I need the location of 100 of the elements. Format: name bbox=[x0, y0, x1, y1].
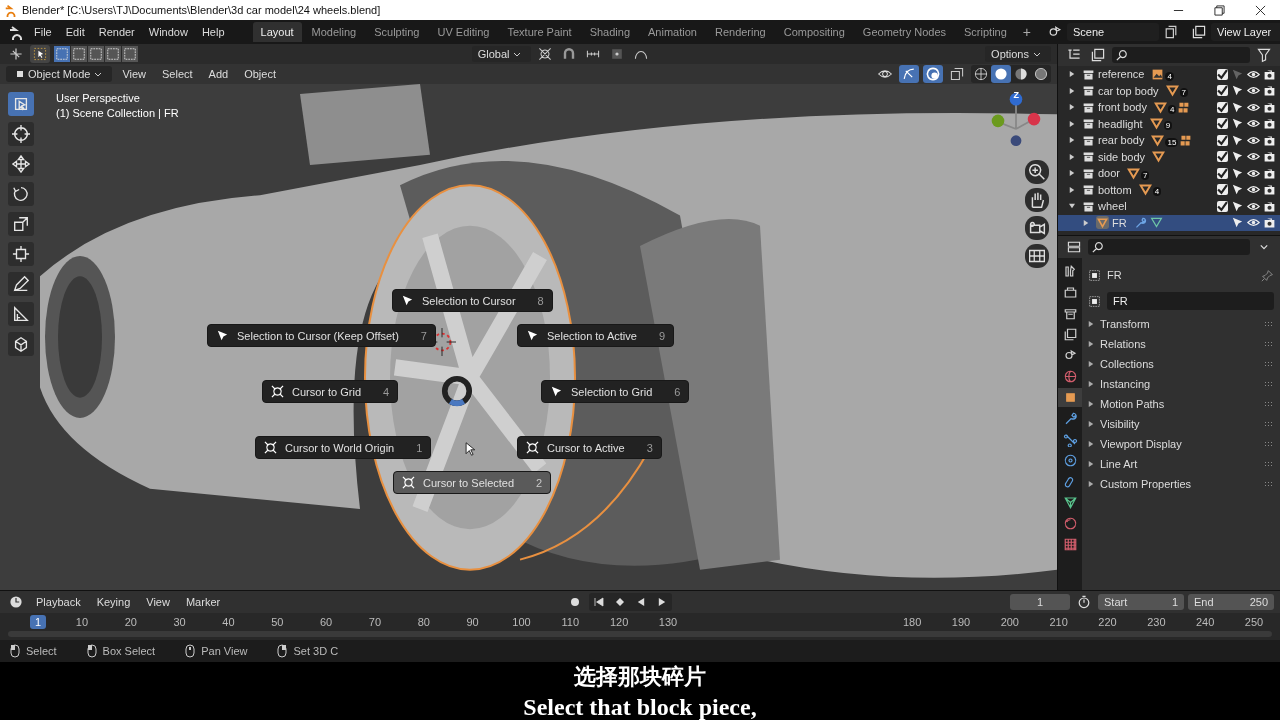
outliner-row[interactable]: reference 4 bbox=[1058, 66, 1280, 83]
outliner-row[interactable]: car top body 7 bbox=[1058, 82, 1280, 99]
rotate-icon[interactable] bbox=[8, 182, 34, 206]
workspace-tab[interactable]: Sculpting bbox=[366, 22, 428, 42]
pie-menu-item[interactable]: Selection to Cursor (Keep Offset) 7 bbox=[207, 324, 436, 347]
transform-icon[interactable] bbox=[8, 242, 34, 266]
camera-icon[interactable] bbox=[1263, 84, 1276, 98]
pointer-icon[interactable] bbox=[1231, 150, 1244, 164]
outliner-row[interactable]: side body bbox=[1058, 148, 1280, 165]
pointer-icon[interactable] bbox=[1231, 100, 1244, 114]
pie-menu-item[interactable]: Cursor to Active 3 bbox=[517, 436, 662, 459]
scale-icon[interactable] bbox=[8, 212, 34, 236]
solid-shading-icon[interactable] bbox=[991, 65, 1011, 83]
workspace-tab[interactable]: Compositing bbox=[775, 22, 853, 42]
selection-mode-icon[interactable] bbox=[88, 46, 104, 62]
selection-mode-icon[interactable] bbox=[105, 46, 121, 62]
timeline-menu-item[interactable]: Playback bbox=[30, 594, 87, 610]
end-frame-field[interactable]: End 250 bbox=[1188, 594, 1274, 610]
exclude-checkbox[interactable] bbox=[1217, 118, 1228, 130]
maximize-icon[interactable] bbox=[1214, 4, 1225, 16]
pie-menu-item[interactable]: Cursor to Grid 4 bbox=[262, 380, 399, 403]
pie-menu-item[interactable]: Selection to Cursor 8 bbox=[392, 289, 553, 312]
properties-panel-header[interactable]: Motion Paths bbox=[1088, 396, 1274, 412]
viewport-menu-item[interactable]: Select bbox=[156, 66, 199, 82]
pointer-icon[interactable] bbox=[1231, 84, 1244, 98]
workspace-tab[interactable]: Shading bbox=[581, 22, 639, 42]
pie-menu-item[interactable]: Cursor to Selected 2 bbox=[393, 471, 552, 494]
viewport-menu-item[interactable]: View bbox=[116, 66, 153, 82]
camera-icon[interactable] bbox=[1263, 166, 1276, 180]
camera-icon[interactable] bbox=[1263, 150, 1276, 164]
exclude-checkbox[interactable] bbox=[1217, 151, 1228, 163]
outliner-row[interactable]: wheel bbox=[1058, 198, 1280, 215]
timeline-menu-item[interactable]: Keying bbox=[90, 594, 137, 610]
exclude-checkbox[interactable] bbox=[1217, 184, 1228, 196]
cube-icon[interactable] bbox=[8, 332, 34, 356]
exclude-checkbox[interactable] bbox=[1217, 134, 1228, 146]
pie-menu-item[interactable]: Selection to Active 9 bbox=[517, 324, 674, 347]
pie-menu-item[interactable]: Selection to Grid 6 bbox=[541, 380, 690, 403]
add-workspace-button[interactable]: + bbox=[1016, 24, 1037, 40]
outliner-row[interactable]: bottom 4 bbox=[1058, 181, 1280, 198]
properties-panel-header[interactable]: Custom Properties bbox=[1088, 476, 1274, 492]
timeline-menu-item[interactable]: View bbox=[140, 594, 176, 610]
camera-icon[interactable] bbox=[1263, 133, 1276, 147]
pointer-icon[interactable] bbox=[1231, 199, 1244, 213]
workspace-tab[interactable]: Animation bbox=[640, 22, 705, 42]
outliner-row[interactable]: FR bbox=[1058, 214, 1280, 231]
overlays-icon[interactable] bbox=[923, 65, 943, 83]
outliner-search-field[interactable] bbox=[1112, 47, 1250, 63]
select-box-icon[interactable] bbox=[30, 45, 50, 63]
pointer-icon[interactable] bbox=[1231, 216, 1244, 230]
pointer-icon[interactable] bbox=[1231, 166, 1244, 180]
properties-search-field[interactable] bbox=[1088, 239, 1250, 255]
close-icon[interactable] bbox=[1255, 4, 1266, 16]
selection-mode-icon[interactable] bbox=[71, 46, 87, 62]
start-frame-field[interactable]: Start 1 bbox=[1098, 594, 1184, 610]
exclude-checkbox[interactable] bbox=[1217, 85, 1228, 97]
properties-panel-header[interactable]: Line Art bbox=[1088, 456, 1274, 472]
camera-icon[interactable] bbox=[1263, 67, 1276, 81]
camera-icon[interactable] bbox=[1263, 216, 1276, 230]
workspace-tab[interactable]: Texture Paint bbox=[499, 22, 580, 42]
select-box-icon[interactable] bbox=[8, 92, 34, 116]
properties-panel-header[interactable]: Relations bbox=[1088, 336, 1274, 352]
menu-item[interactable]: Window bbox=[142, 24, 194, 40]
exclude-checkbox[interactable] bbox=[1217, 101, 1228, 113]
outliner-row[interactable]: headlight 9 bbox=[1058, 115, 1280, 132]
view-layer-field[interactable]: View Layer bbox=[1211, 23, 1280, 41]
menu-item[interactable]: Edit bbox=[59, 24, 91, 40]
workspace-tab[interactable]: UV Editing bbox=[429, 22, 498, 42]
crosshair-icon[interactable] bbox=[8, 122, 34, 146]
workspace-tab[interactable]: Layout bbox=[252, 22, 302, 42]
options-dropdown[interactable]: Options bbox=[985, 46, 1051, 62]
timeline-menu-item[interactable]: Marker bbox=[179, 594, 227, 610]
workspace-tab[interactable]: Scripting bbox=[956, 22, 1015, 42]
move-arrows-icon[interactable] bbox=[8, 152, 34, 176]
object-name-field[interactable]: FR bbox=[1107, 292, 1274, 310]
properties-panel-header[interactable]: Visibility bbox=[1088, 416, 1274, 432]
properties-panel-header[interactable]: Collections bbox=[1088, 356, 1274, 372]
properties-panel-header[interactable]: Viewport Display bbox=[1088, 436, 1274, 452]
menu-item[interactable]: Render bbox=[92, 24, 141, 40]
transform-orientation-dropdown[interactable]: Global bbox=[471, 46, 532, 62]
properties-panel-header[interactable]: Transform bbox=[1088, 316, 1274, 332]
menu-item[interactable]: Help bbox=[195, 24, 231, 40]
properties-panel-header[interactable]: Instancing bbox=[1088, 376, 1274, 392]
camera-icon[interactable] bbox=[1263, 183, 1276, 197]
pointer-icon[interactable] bbox=[1231, 183, 1244, 197]
viewport-menu-item[interactable]: Add bbox=[202, 66, 235, 82]
workspace-tab[interactable]: Geometry Nodes bbox=[854, 22, 954, 42]
scene-field[interactable]: Scene bbox=[1067, 23, 1159, 41]
selection-mode-icon[interactable] bbox=[122, 46, 138, 62]
workspace-tab[interactable]: Modeling bbox=[303, 22, 365, 42]
pointer-icon[interactable] bbox=[1231, 117, 1244, 131]
current-frame-field[interactable]: 1 bbox=[1010, 594, 1070, 610]
exclude-checkbox[interactable] bbox=[1217, 167, 1228, 179]
viewport-menu-item[interactable]: Object bbox=[238, 66, 282, 82]
object-square-icon[interactable] bbox=[1058, 388, 1082, 407]
pin-icon[interactable] bbox=[1261, 268, 1274, 282]
outliner-row[interactable]: front body 4 bbox=[1058, 99, 1280, 116]
pie-menu-item[interactable]: Cursor to World Origin 1 bbox=[255, 436, 432, 459]
menu-item[interactable]: File bbox=[28, 24, 58, 40]
object-square-icon[interactable] bbox=[1088, 294, 1101, 308]
